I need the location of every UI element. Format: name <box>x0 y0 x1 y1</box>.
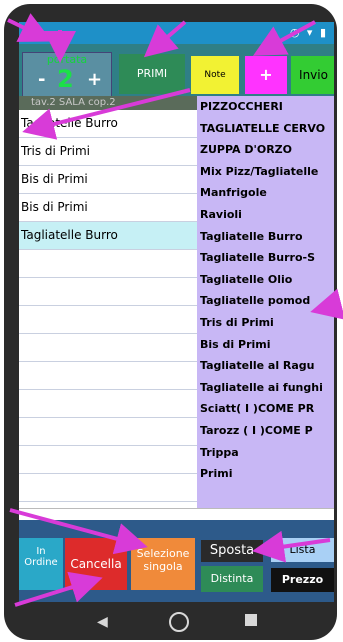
menu-item[interactable]: ZUPPA D'ORZO <box>197 139 334 161</box>
order-row[interactable] <box>19 418 197 446</box>
status-bar: 12 ◷ ▾ ▮ <box>19 22 334 44</box>
in-ordine-button[interactable]: In Ordine <box>19 538 63 590</box>
menu-item[interactable]: Tagliatelle al Ragu <box>197 355 334 377</box>
order-row[interactable]: Tris di Primi <box>19 138 197 166</box>
menu-item[interactable]: TAGLIATELLE CERVO <box>197 118 334 140</box>
cancella-button[interactable]: Cancella <box>65 538 127 590</box>
app-screen: 12 ◷ ▾ ▮ portata - 2 + PRIMI Note + Invi… <box>19 22 334 602</box>
order-row[interactable] <box>19 250 197 278</box>
note-button[interactable]: Note <box>191 56 239 94</box>
table-info: tav.2 SALA cop.2 <box>19 96 209 110</box>
portata-value: 2 <box>57 65 74 93</box>
order-row[interactable]: Bis di Primi <box>19 166 197 194</box>
order-row[interactable] <box>19 334 197 362</box>
order-row[interactable] <box>19 362 197 390</box>
sposta-button[interactable]: Sposta <box>201 540 263 562</box>
order-row[interactable] <box>19 390 197 418</box>
back-icon[interactable]: ◀ <box>97 614 108 630</box>
order-row[interactable]: Tagliatelle Burro <box>19 110 197 138</box>
category-primi-button[interactable]: PRIMI <box>119 54 185 94</box>
portata-stepper: portata - 2 + <box>22 52 112 100</box>
order-row[interactable] <box>19 306 197 334</box>
menu-item[interactable]: Bis di Primi <box>197 334 334 356</box>
menu-item[interactable]: Ravioli <box>197 204 334 226</box>
add-button[interactable]: + <box>245 56 287 94</box>
lista-button[interactable]: Lista <box>271 538 334 562</box>
in-ordine-label-1: In <box>36 546 46 557</box>
menu-item[interactable]: Tagliatelle Burro <box>197 226 334 248</box>
order-row[interactable] <box>19 446 197 474</box>
in-ordine-label-2: Ordine <box>24 557 58 568</box>
selezione-singola-button[interactable]: Selezione singola <box>131 538 195 590</box>
order-row[interactable] <box>19 278 197 306</box>
order-list: Tagliatelle Burro Tris di Primi Bis di Pri… <box>19 110 197 508</box>
menu-item[interactable]: Tris di Primi <box>197 312 334 334</box>
status-icons: ◷ ▾ ▮ <box>289 26 328 39</box>
menu-item[interactable]: Mix Pizz/Tagliatelle <box>197 161 334 183</box>
order-row[interactable]: Bis di Primi <box>19 194 197 222</box>
selezione-label-2: singola <box>143 560 183 573</box>
menu-item[interactable]: Tarozz ( I )COME P <box>197 420 334 442</box>
menu-item[interactable]: Primi <box>197 463 334 485</box>
portata-increment-button[interactable]: + <box>87 69 102 90</box>
selezione-label-1: Selezione <box>136 547 190 560</box>
invio-button[interactable]: Invio <box>291 56 334 94</box>
menu-item[interactable]: Tagliatelle Burro-S <box>197 247 334 269</box>
home-icon[interactable] <box>169 612 189 632</box>
menu-item[interactable]: Manfrigole <box>197 182 334 204</box>
menu-item[interactable]: PIZZOCCHERI <box>197 96 334 118</box>
prezzo-button[interactable]: Prezzo <box>271 568 334 592</box>
portata-decrement-button[interactable]: - <box>38 69 45 90</box>
phone-frame: 12 ◷ ▾ ▮ portata - 2 + PRIMI Note + Invi… <box>4 4 337 640</box>
order-row[interactable]: Tagliatelle Burro <box>19 222 197 250</box>
status-time: 12 <box>23 26 37 39</box>
menu-list: PIZZOCCHERI TAGLIATELLE CERVO ZUPPA D'ORZO… <box>197 96 334 508</box>
distinta-button[interactable]: Distinta <box>201 566 263 592</box>
menu-item[interactable]: Tagliatelle pomod <box>197 290 334 312</box>
android-nav-bar: ◀ <box>19 604 334 640</box>
menu-item[interactable]: Tagliatelle ai funghi <box>197 377 334 399</box>
menu-item[interactable]: Sciatt( I )COME PR <box>197 398 334 420</box>
order-row[interactable] <box>19 474 197 502</box>
menu-item[interactable]: Tagliatelle Olio <box>197 269 334 291</box>
menu-item[interactable]: Trippa <box>197 442 334 464</box>
recents-icon[interactable] <box>245 614 257 626</box>
